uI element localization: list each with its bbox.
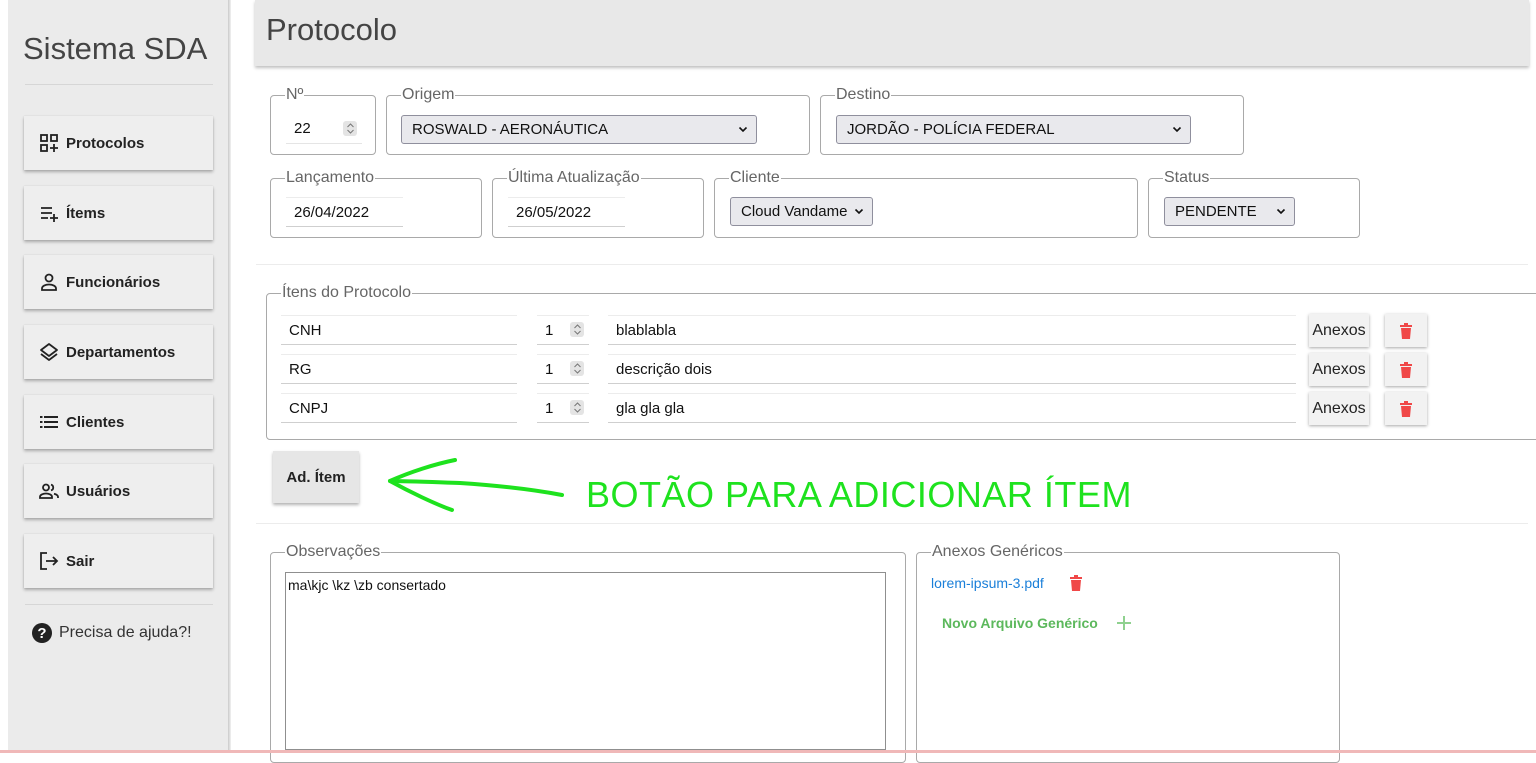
qty-stepper-icon[interactable]: [570, 322, 584, 337]
atualizacao-legend: Última Atualização: [508, 169, 640, 186]
group-icon: [39, 483, 59, 499]
origem-value: ROSWALD - AERONÁUTICA: [412, 121, 609, 138]
sidebar-item-itens[interactable]: Ítems: [24, 186, 213, 240]
add-item-button[interactable]: Ad. Ítem: [273, 451, 359, 503]
item-name-input[interactable]: CNH: [281, 315, 517, 345]
item-name-input[interactable]: RG: [281, 354, 517, 384]
help-label: Precisa de ajuda?!: [59, 624, 192, 641]
list-icon: [40, 416, 58, 428]
status-value: PENDENTE: [1175, 203, 1257, 220]
anexos-button[interactable]: Anexos: [1309, 314, 1369, 347]
annotation-arrow-icon: [388, 458, 564, 512]
sidebar-divider: [25, 604, 213, 605]
page-title: Protocolo: [266, 12, 397, 47]
sidebar-item-label: Protocolos: [66, 134, 145, 152]
status-legend: Status: [1164, 169, 1210, 186]
atualizacao-input[interactable]: 26/05/2022: [508, 197, 625, 227]
origem-select[interactable]: ROSWALD - AERONÁUTICA: [401, 115, 757, 144]
sidebar-item-label: Departamentos: [66, 343, 176, 361]
origem-legend: Origem: [402, 86, 455, 103]
sidebar-item-label: Clientes: [66, 413, 125, 431]
cliente-value: Cloud Vandame: [741, 203, 848, 220]
sidebar-shadow: [228, 0, 231, 753]
layers-icon: [40, 343, 58, 361]
chevron-down-icon: [854, 208, 864, 215]
help-link[interactable]: ? Precisa de ajuda?!: [32, 623, 192, 643]
sidebar-item-usuarios[interactable]: Usuários: [24, 464, 213, 518]
cliente-select[interactable]: Cloud Vandame: [730, 197, 873, 226]
chevron-down-icon: [1276, 208, 1286, 215]
attachment-link[interactable]: lorem-ipsum-3.pdf: [931, 575, 1044, 591]
sidebar-item-label: Funcionários: [66, 273, 161, 291]
status-select[interactable]: PENDENTE: [1164, 197, 1295, 226]
sidebar-item-label: Usuários: [66, 482, 131, 500]
help-icon: ?: [32, 623, 52, 643]
delete-item-button[interactable]: [1385, 314, 1427, 347]
grid-add-icon: [40, 134, 58, 152]
logout-icon: [40, 552, 59, 570]
chevron-down-icon: [738, 126, 748, 133]
sidebar-item-label: Sair: [66, 552, 95, 570]
item-desc-input[interactable]: descrição dois: [608, 354, 1296, 384]
item-desc-input[interactable]: blablabla: [608, 315, 1296, 345]
trash-icon: [1400, 361, 1412, 378]
sidebar-item-departamentos[interactable]: Departamentos: [24, 325, 213, 379]
destino-legend: Destino: [836, 86, 891, 103]
sidebar-item-clientes[interactable]: Clientes: [24, 395, 213, 449]
chevron-down-icon: [1172, 126, 1182, 133]
sidebar-divider: [25, 84, 213, 85]
item-name-input[interactable]: CNPJ: [281, 393, 517, 423]
trash-icon: [1400, 400, 1412, 417]
new-file-label: Novo Arquivo Genérico: [942, 615, 1098, 631]
anexos-button[interactable]: Anexos: [1309, 353, 1369, 386]
destino-select[interactable]: JORDÃO - POLÍCIA FEDERAL: [836, 115, 1191, 144]
cliente-legend: Cliente: [730, 169, 780, 186]
section-divider: [256, 523, 1528, 524]
plus-icon: [1116, 616, 1131, 630]
sidebar-item-protocolos[interactable]: Protocolos: [24, 116, 213, 170]
items-legend: Ítens do Protocolo: [282, 284, 411, 301]
trash-icon: [1400, 322, 1412, 339]
sidebar: Sistema SDA Protocolos Ítems Funcionário…: [8, 0, 228, 753]
page-header: Protocolo: [255, 0, 1529, 66]
person-icon: [41, 273, 57, 291]
sidebar-item-funcionarios[interactable]: Funcionários: [24, 255, 213, 309]
observacoes-textarea[interactable]: ma\kjc \kz \zb consertado: [285, 572, 886, 750]
anexos-genericos-legend: Anexos Genéricos: [932, 543, 1063, 560]
annotation-text: BOTÃO PARA ADICIONAR ÍTEM: [586, 474, 1132, 515]
qty-stepper-icon[interactable]: [570, 400, 584, 415]
observacoes-legend: Observações: [286, 543, 381, 560]
section-divider: [256, 264, 1528, 265]
sidebar-item-sair[interactable]: Sair: [24, 534, 213, 588]
app-title: Sistema SDA: [23, 31, 208, 66]
item-desc-input[interactable]: gla gla gla: [608, 393, 1296, 423]
lancamento-legend: Lançamento: [286, 169, 375, 186]
delete-item-button[interactable]: [1385, 392, 1427, 425]
qty-stepper-icon[interactable]: [570, 361, 584, 376]
delete-item-button[interactable]: [1385, 353, 1427, 386]
numero-legend: Nº: [286, 86, 304, 103]
sidebar-item-label: Ítems: [66, 204, 106, 222]
numero-stepper-icon[interactable]: [343, 121, 357, 136]
trash-icon[interactable]: [1069, 574, 1083, 592]
anexos-button[interactable]: Anexos: [1309, 392, 1369, 425]
lancamento-input[interactable]: 26/04/2022: [286, 197, 403, 227]
list-add-icon: [41, 207, 58, 222]
destino-value: JORDÃO - POLÍCIA FEDERAL: [847, 121, 1055, 138]
new-file-button[interactable]: Novo Arquivo Genérico: [942, 615, 1132, 631]
